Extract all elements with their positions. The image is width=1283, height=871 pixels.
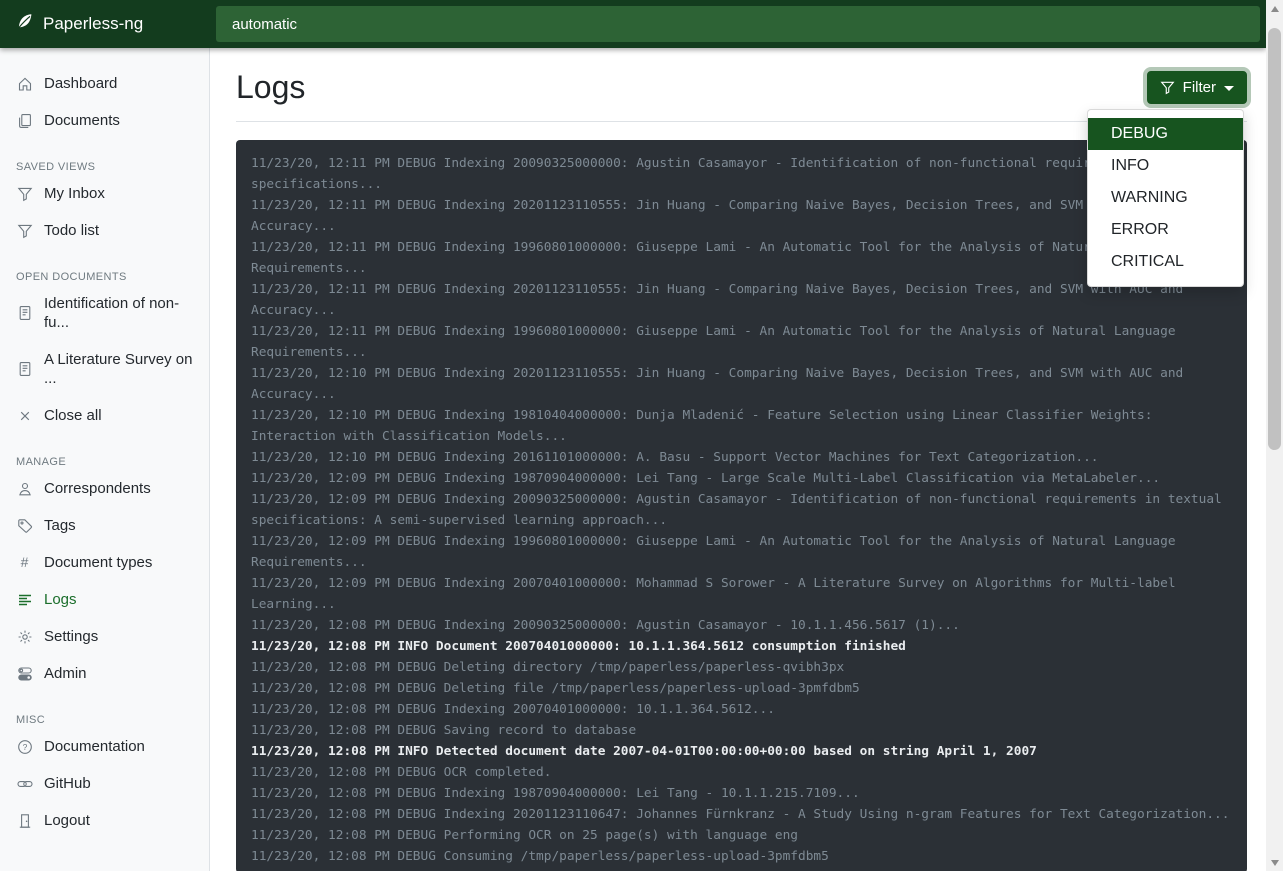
scrollbar [1266,0,1283,871]
filter-option-error[interactable]: ERROR [1088,214,1243,246]
log-line: 11/23/20, 12:08 PM DEBUG Indexing 202011… [251,804,1232,825]
log-line: 11/23/20, 12:08 PM DEBUG Deleting file /… [251,678,1232,699]
scrollbar-up-arrow[interactable] [1266,0,1283,17]
log-line: 11/23/20, 12:10 PM DEBUG Indexing 202011… [251,363,1232,405]
log-line: 11/23/20, 12:08 PM DEBUG OCR completed. [251,762,1232,783]
filter-option-debug[interactable]: DEBUG [1088,118,1243,150]
log-line: 11/23/20, 12:08 PM INFO Detected documen… [251,741,1232,762]
search-input[interactable] [216,6,1260,42]
sidebar-item-dashboard[interactable]: Dashboard [0,65,209,102]
file-text-icon [16,361,33,378]
sidebar-item-document-types[interactable]: # Document types [0,544,209,581]
sidebar-item-open-document-1[interactable]: Identification of non-fu... [0,285,209,341]
log-line: 11/23/20, 12:11 PM DEBUG Indexing 199608… [251,237,1232,279]
log-line: 11/23/20, 12:10 PM DEBUG Indexing 198104… [251,405,1232,447]
scrollbar-down-arrow[interactable] [1266,854,1283,871]
log-line: 11/23/20, 12:08 PM DEBUG Consuming /tmp/… [251,846,1232,867]
main-content: Logs Filter DEBUG INFO WARNING ERROR CRI… [211,48,1266,871]
log-line: 11/23/20, 12:09 PM DEBUG Indexing 200704… [251,573,1232,615]
sidebar-item-logout[interactable]: Logout [0,802,209,839]
sidebar-item-documentation[interactable]: ? Documentation [0,728,209,765]
toggles-icon [16,665,33,682]
leaf-icon [15,12,34,36]
sidebar-item-close-all[interactable]: Close all [0,397,209,434]
log-line: 11/23/20, 12:11 PM DEBUG Indexing 200903… [251,153,1232,195]
funnel-icon [16,185,33,202]
section-open-documents: OPEN DOCUMENTS [0,265,209,285]
funnel-icon [1160,80,1175,95]
list-icon [16,591,33,608]
sidebar-item-my-inbox[interactable]: My Inbox [0,175,209,212]
log-line: 11/23/20, 12:11 PM DEBUG Indexing 199608… [251,321,1232,363]
sidebar-item-admin[interactable]: Admin [0,655,209,692]
brand-title: Paperless-ng [43,14,143,34]
door-icon [16,812,33,829]
link-icon [16,775,33,792]
brand[interactable]: Paperless-ng [0,0,210,48]
sidebar-item-open-document-2[interactable]: A Literature Survey on ... [0,341,209,397]
filter-option-info[interactable]: INFO [1088,150,1243,182]
log-line: 11/23/20, 12:08 PM DEBUG Performing OCR … [251,825,1232,846]
funnel-icon [16,222,33,239]
filter-dropdown-menu: DEBUG INFO WARNING ERROR CRITICAL [1087,109,1244,287]
sidebar-item-logs[interactable]: Logs [0,581,209,618]
hash-icon: # [16,554,33,571]
search-bar [210,0,1266,48]
filter-option-critical[interactable]: CRITICAL [1088,246,1243,278]
file-text-icon [16,305,33,322]
sidebar-item-documents[interactable]: Documents [0,102,209,139]
scrollbar-thumb[interactable] [1268,28,1281,450]
filter-button[interactable]: Filter [1147,71,1247,104]
sidebar-item-correspondents[interactable]: Correspondents [0,470,209,507]
log-line: 11/23/20, 12:09 PM DEBUG Indexing 198709… [251,468,1232,489]
section-saved-views: SAVED VIEWS [0,155,209,175]
filter-button-label: Filter [1183,79,1216,96]
log-line: 11/23/20, 12:08 PM DEBUG Saving record t… [251,720,1232,741]
question-circle-icon: ? [16,738,33,755]
person-icon [16,480,33,497]
log-line: 11/23/20, 12:08 PM DEBUG Deleting direct… [251,657,1232,678]
gear-icon [16,628,33,645]
log-line: 11/23/20, 12:08 PM DEBUG Indexing 198709… [251,783,1232,804]
sidebar: Dashboard Documents SAVED VIEWS My Inbox… [0,48,210,871]
sidebar-item-github[interactable]: GitHub [0,765,209,802]
sidebar-item-tags[interactable]: Tags [0,507,209,544]
log-line: 11/23/20, 12:08 PM DEBUG Indexing 200903… [251,615,1232,636]
page-title: Logs [236,69,305,106]
chevron-down-icon [1224,86,1234,91]
log-line: 11/23/20, 12:09 PM DEBUG Indexing 199608… [251,531,1232,573]
log-line: 11/23/20, 12:09 PM DEBUG Indexing 200903… [251,489,1232,531]
log-line: 11/23/20, 12:11 PM DEBUG Indexing 202011… [251,195,1232,237]
documents-icon [16,112,33,129]
log-line: 11/23/20, 12:08 PM DEBUG Indexing 200704… [251,699,1232,720]
section-misc: MISC [0,708,209,728]
tag-icon [16,517,33,534]
log-line: 11/23/20, 12:11 PM DEBUG Indexing 202011… [251,279,1232,321]
sidebar-item-settings[interactable]: Settings [0,618,209,655]
top-bar: Paperless-ng [0,0,1266,48]
section-manage: MANAGE [0,450,209,470]
home-icon [16,75,33,92]
sidebar-item-todo-list[interactable]: Todo list [0,212,209,249]
filter-option-warning[interactable]: WARNING [1088,182,1243,214]
svg-text:?: ? [22,742,27,752]
close-icon [16,407,33,424]
log-line: 11/23/20, 12:10 PM DEBUG Indexing 201611… [251,447,1232,468]
log-line: 11/23/20, 12:08 PM INFO Document 2007040… [251,636,1232,657]
